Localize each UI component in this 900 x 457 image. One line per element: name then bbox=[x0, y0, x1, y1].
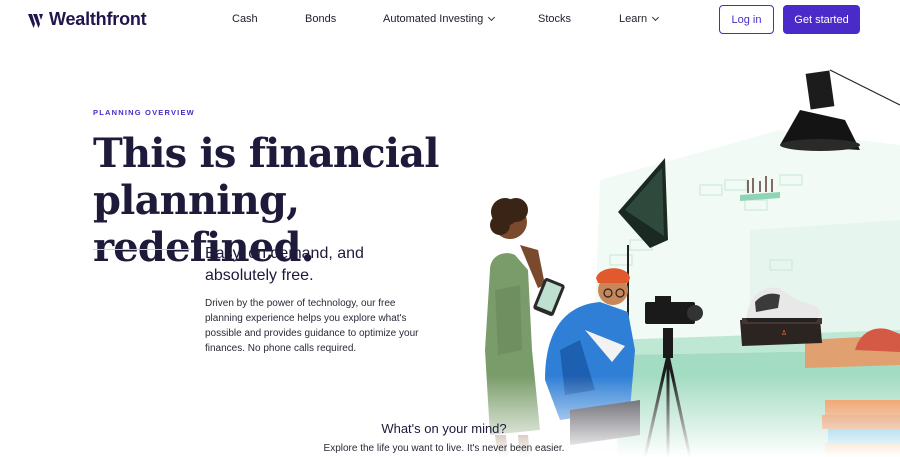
top-nav: Wealthfront Cash Bonds Automated Investi… bbox=[0, 0, 900, 40]
nav-link-label: Automated Investing bbox=[383, 13, 484, 25]
nav-link-cash[interactable]: Cash bbox=[232, 13, 258, 25]
nav-link-learn[interactable]: Learn bbox=[619, 13, 660, 25]
section-subtitle: Explore the life you want to live. It's … bbox=[323, 443, 565, 454]
hero-illustration: ᐃ bbox=[450, 50, 900, 457]
nav-link-label: Stocks bbox=[538, 13, 572, 25]
wealthfront-logo-icon bbox=[28, 13, 43, 28]
nav-link-automated-investing[interactable]: Automated Investing bbox=[383, 13, 496, 25]
logo-text: Wealthfront bbox=[49, 9, 147, 29]
chevron-down-icon bbox=[652, 13, 660, 22]
section-title: What's on your mind? bbox=[381, 421, 507, 436]
nav-link-label: Cash bbox=[232, 13, 258, 25]
nav-link-stocks[interactable]: Stocks bbox=[538, 13, 571, 25]
chevron-down-icon bbox=[488, 13, 496, 22]
hero-subhead: Easy, on demand, and absolutely free. bbox=[205, 245, 364, 284]
nav-link-label: Bonds bbox=[305, 13, 337, 25]
hero-body-text: Driven by the power of technology, our f… bbox=[205, 298, 419, 354]
divider bbox=[93, 249, 190, 250]
nav-link-bonds[interactable]: Bonds bbox=[305, 13, 336, 25]
eyebrow-label: PLANNING OVERVIEW bbox=[93, 108, 195, 117]
login-button[interactable]: Log in bbox=[719, 5, 774, 34]
get-started-button[interactable]: Get started bbox=[783, 5, 860, 34]
nav-link-label: Learn bbox=[619, 13, 648, 25]
wealthfront-logo[interactable]: Wealthfront bbox=[28, 9, 147, 30]
